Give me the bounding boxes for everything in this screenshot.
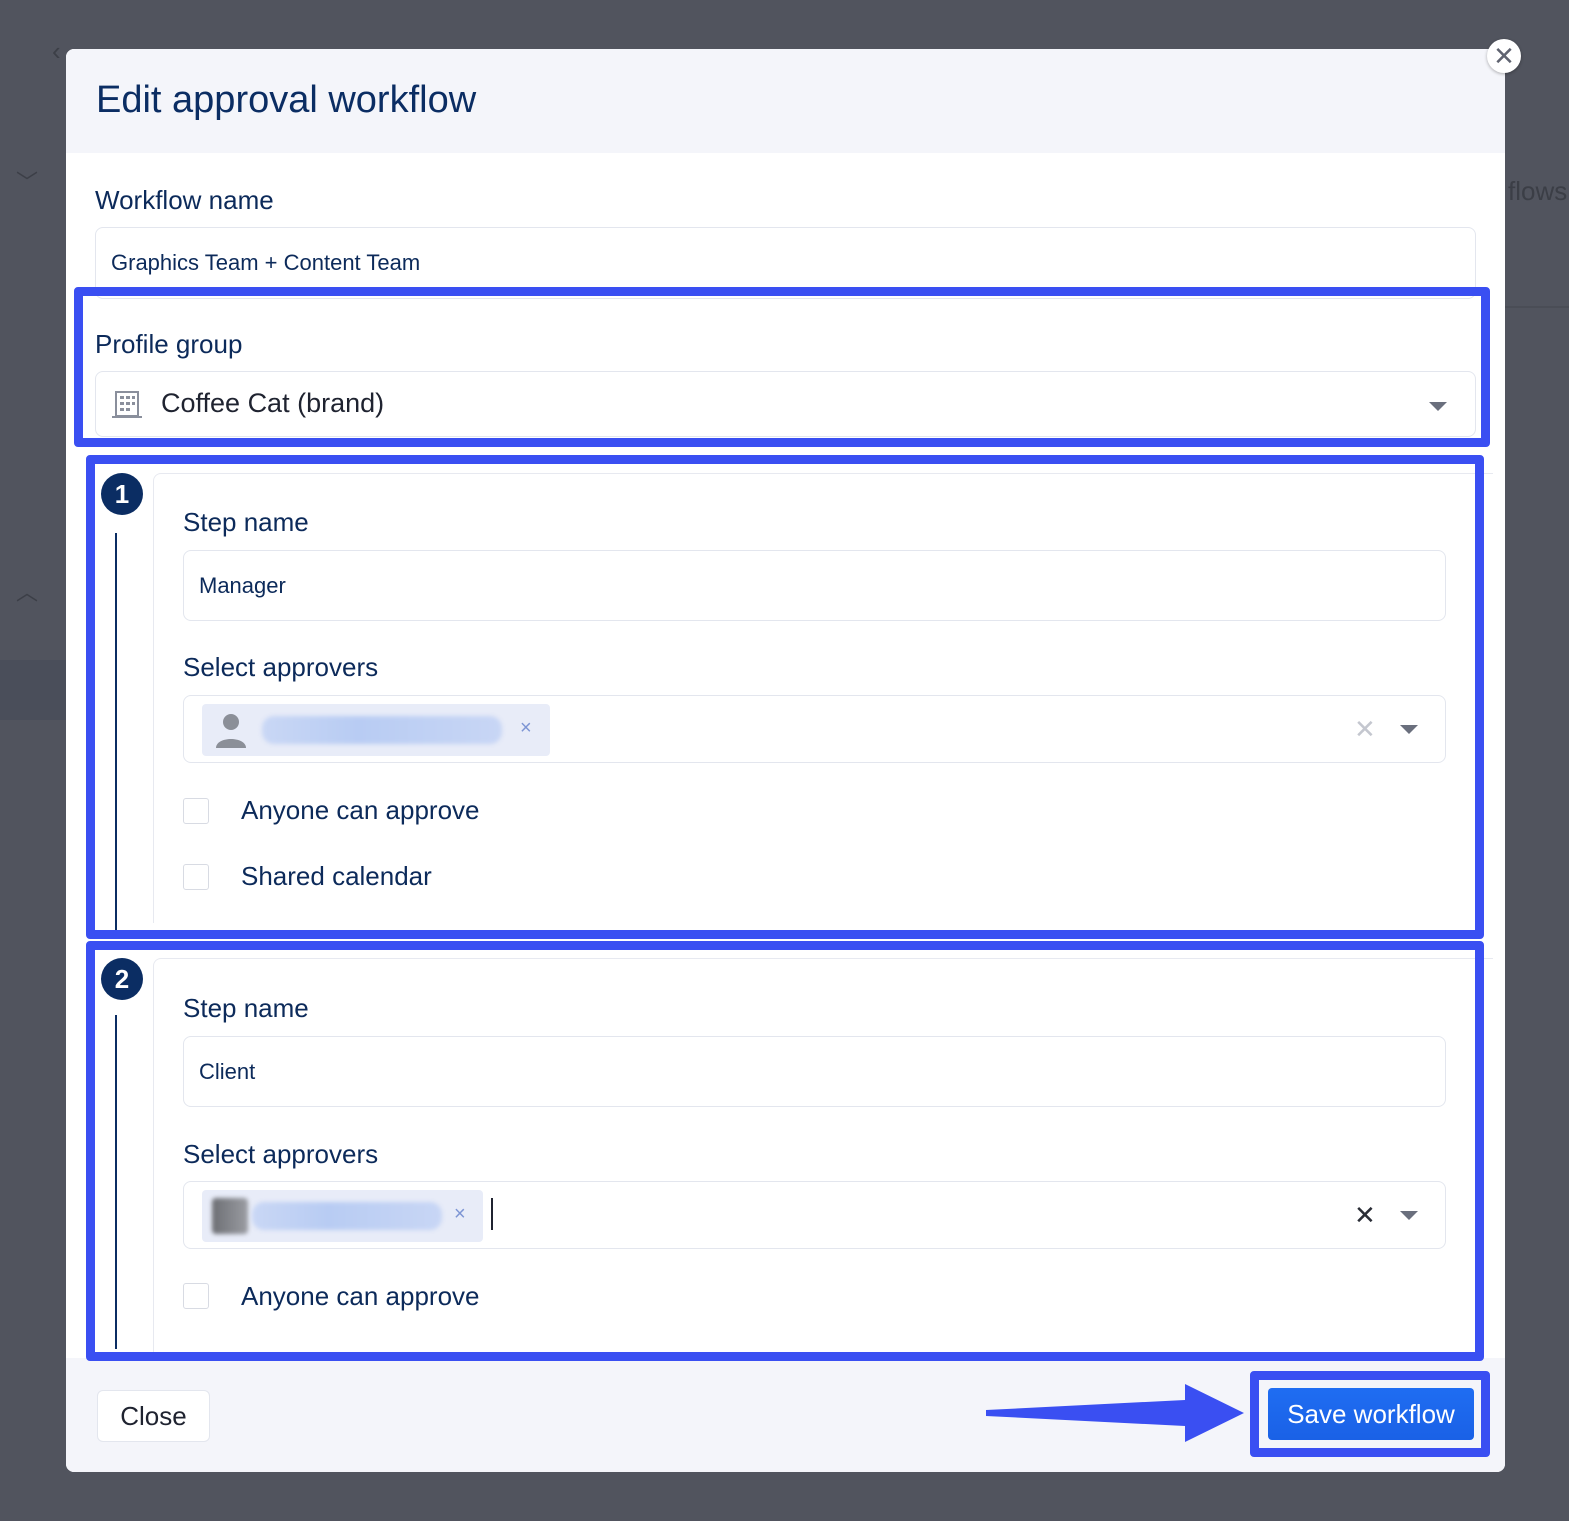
profile-group-value: Coffee Cat (brand) [161, 388, 385, 418]
clear-approvers-icon[interactable]: ✕ [1354, 1200, 1376, 1231]
profile-group-select[interactable]: Coffee Cat (brand) [95, 371, 1476, 437]
step-1-shared-calendar-label: Shared calendar [241, 861, 432, 891]
step-1-badge: 1 [101, 473, 143, 515]
chevron-down-icon[interactable] [1429, 402, 1447, 411]
workflow-name-input[interactable]: Graphics Team + Content Team [95, 227, 1476, 299]
arrow-annotation [986, 1384, 1244, 1442]
step-1-anyone-can-approve-checkbox[interactable] [183, 798, 209, 824]
step-2-approvers-label: Select approvers [183, 1139, 379, 1169]
remove-approver-icon[interactable]: × [454, 1203, 466, 1226]
background-partial-text: flows [1508, 176, 1568, 206]
workflow-name-value: Graphics Team + Content Team [111, 250, 421, 275]
close-button[interactable]: Close [97, 1390, 210, 1442]
step-1-approvers-select[interactable]: × ✕ [183, 695, 1446, 763]
approver-name-redacted [252, 1202, 442, 1230]
step-2-badge: 2 [101, 958, 143, 1000]
step-2-name-label: Step name [183, 993, 309, 1023]
modal-title: Edit approval workflow [96, 79, 477, 121]
step-1-approvers-label: Select approvers [183, 652, 379, 682]
save-workflow-button[interactable]: Save workflow [1268, 1388, 1474, 1440]
remove-approver-icon[interactable]: × [520, 717, 532, 740]
background-back-chevron-icon: ‹ [52, 36, 61, 66]
modal-header: Edit approval workflow [66, 49, 1505, 153]
approver-chip: × [202, 1190, 483, 1242]
background-selected-row [0, 660, 66, 720]
step-1-shared-calendar-checkbox[interactable] [183, 864, 209, 890]
background-chevron-down-icon: ﹀ [16, 170, 39, 195]
step-2-name-value: Client [199, 1058, 256, 1084]
approver-name-redacted [262, 716, 502, 744]
text-cursor [491, 1198, 493, 1230]
approver-chip: × [202, 704, 550, 756]
step-1-rail [115, 533, 117, 939]
user-avatar-icon [214, 712, 248, 748]
building-icon [110, 388, 144, 422]
close-icon[interactable]: ✕ [1487, 39, 1521, 73]
step-2-rail [115, 1015, 117, 1349]
step-2-name-input[interactable]: Client [183, 1036, 1446, 1107]
step-1-name-input[interactable]: Manager [183, 550, 1446, 621]
clear-approvers-icon[interactable]: ✕ [1354, 714, 1376, 745]
edit-workflow-modal: Edit approval workflow ✕ Workflow name G… [66, 39, 1521, 1472]
background-chevron-up-icon: ︿ [16, 580, 39, 605]
step-1-name-value: Manager [199, 572, 286, 598]
approver-avatar-redacted [212, 1198, 248, 1234]
step-2-anyone-can-approve-checkbox[interactable] [183, 1283, 209, 1309]
background-divider [1505, 306, 1569, 308]
step-1-name-label: Step name [183, 507, 309, 537]
chevron-down-icon[interactable] [1400, 725, 1418, 734]
step-2-anyone-can-approve-label: Anyone can approve [241, 1281, 480, 1311]
profile-group-label: Profile group [95, 329, 243, 359]
step-2-approvers-select[interactable]: × ✕ [183, 1181, 1446, 1249]
step-1-anyone-can-approve-label: Anyone can approve [241, 795, 480, 825]
chevron-down-icon[interactable] [1400, 1211, 1418, 1220]
workflow-name-label: Workflow name [95, 185, 274, 215]
